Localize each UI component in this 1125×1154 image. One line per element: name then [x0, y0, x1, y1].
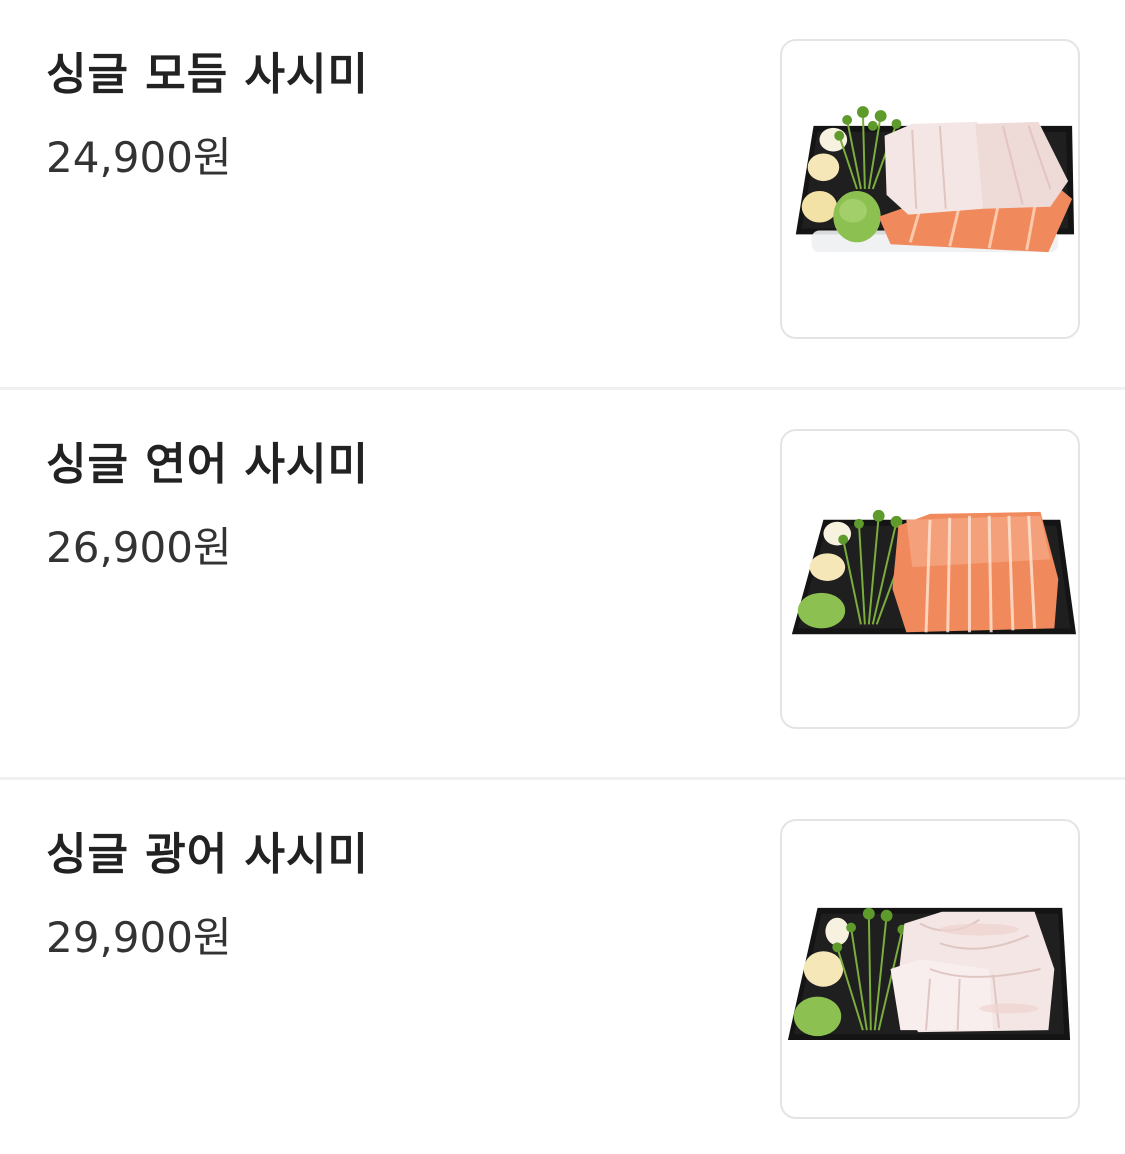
item-price: 24,900원 [46, 133, 232, 182]
mixed-sashimi-platter-image[interactable] [780, 39, 1080, 339]
wasabi [793, 996, 842, 1037]
item-price: 29,900원 [46, 913, 232, 962]
ginger-slice [807, 153, 840, 182]
salmon-sashimi-platter-illustration [791, 509, 1077, 635]
mixed-sashimi-platter-illustration [795, 106, 1075, 253]
ginger-slice [825, 917, 850, 946]
menu-item-flatfish-sashimi[interactable]: 싱글 광어 사시미 29,900원 [0, 780, 1125, 1154]
menu-item-salmon-sashimi[interactable]: 싱글 연어 사시미 26,900원 [0, 390, 1125, 780]
item-name: 싱글 연어 사시미 [46, 439, 369, 490]
salmon-sashimi-platter-image[interactable] [780, 429, 1080, 729]
item-name: 싱글 모듬 사시미 [46, 49, 369, 100]
item-price: 26,900원 [46, 523, 232, 572]
ginger-slice [803, 951, 844, 987]
item-name: 싱글 광어 사시미 [46, 829, 369, 880]
ginger-slice [809, 553, 846, 581]
white-fish-slices [884, 121, 984, 215]
flatfish-sashimi-platter-illustration [787, 907, 1071, 1041]
ginger-slice [801, 190, 838, 223]
menu-list: 싱글 모듬 사시미 24,900원 싱글 연어 사시미 26,900원 싱글 광… [0, 0, 1125, 1154]
flatfish-sashimi-platter-image[interactable] [780, 819, 1080, 1119]
wasabi [797, 592, 846, 629]
menu-item-mixed-sashimi[interactable]: 싱글 모듬 사시미 24,900원 [0, 0, 1125, 390]
